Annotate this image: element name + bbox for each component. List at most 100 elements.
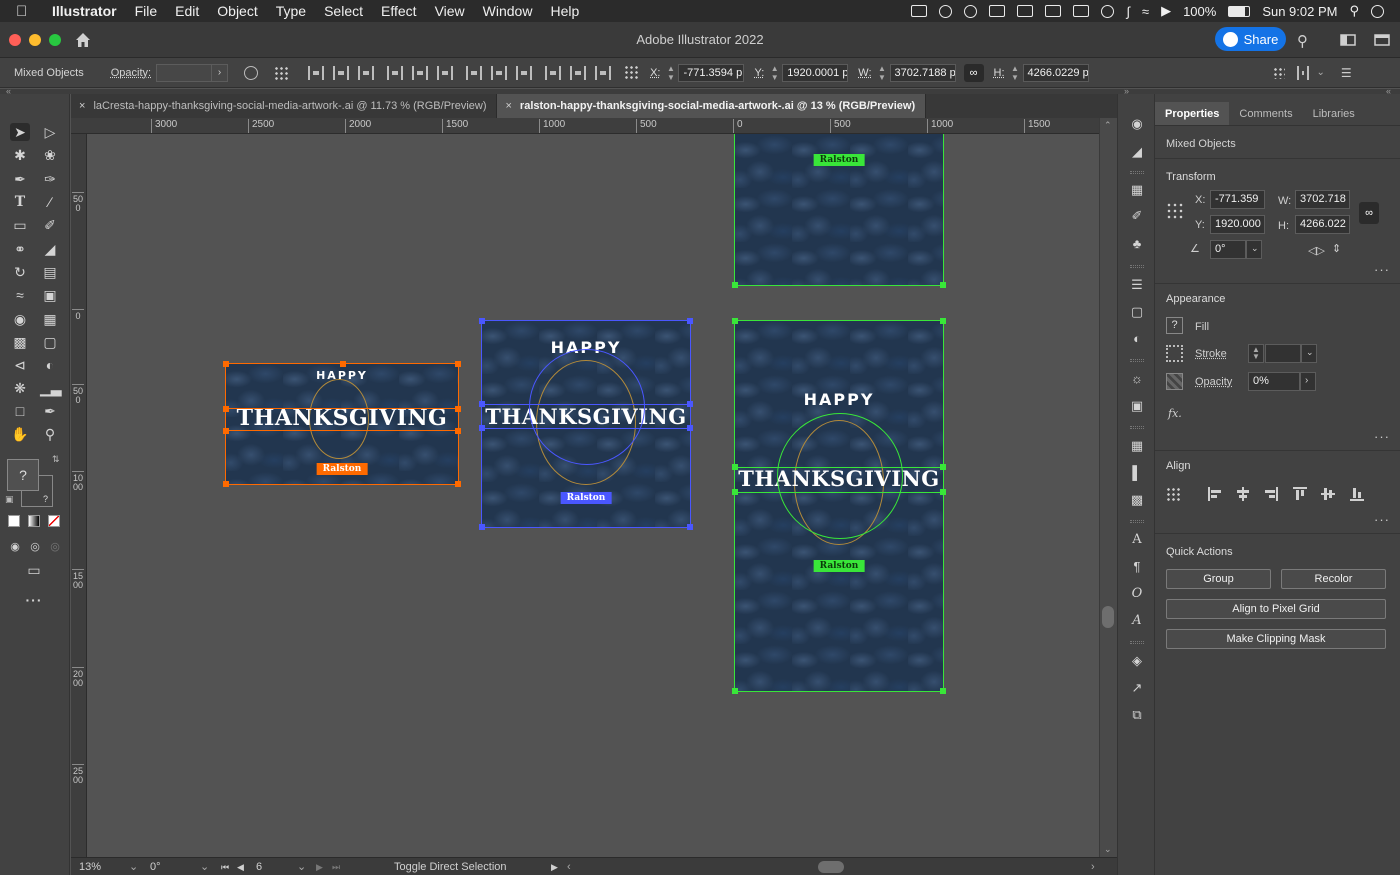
x-input[interactable]: -771.3594 p	[678, 63, 745, 82]
draw-behind-icon[interactable]: ◎	[25, 538, 45, 556]
paragraph-panel-icon[interactable]: ¶	[1128, 559, 1146, 575]
zoom-dropdown-icon[interactable]: ⌄	[129, 860, 138, 874]
align-left-icon[interactable]	[308, 65, 325, 80]
align-vertical-center-icon[interactable]	[412, 65, 429, 80]
workspace-switcher-icon[interactable]	[1374, 32, 1390, 48]
tab-lacresta[interactable]: × laCresta-happy-thanksgiving-social-med…	[71, 94, 498, 118]
rectangle-tool-icon[interactable]: ▭	[10, 216, 30, 234]
control-bar-menu-icon[interactable]: ⌄	[1317, 67, 1325, 78]
next-artboard-icon[interactable]: ▶	[316, 860, 323, 874]
fill-swatch[interactable]: ?	[7, 459, 39, 491]
curvature-tool-icon[interactable]: ✑	[40, 170, 60, 188]
rotation-value[interactable]: 0°	[150, 860, 190, 874]
opacity-field[interactable]: 0%	[1248, 372, 1300, 391]
fill-stroke-control[interactable]: ? ?	[7, 459, 59, 511]
tab-properties[interactable]: Properties	[1155, 102, 1230, 125]
stroke-label[interactable]: Stroke	[1195, 348, 1227, 360]
artboards-panel-icon[interactable]: ⧉	[1128, 707, 1146, 723]
width-field[interactable]: 3702.718	[1295, 190, 1350, 209]
stroke-weight-field[interactable]	[1265, 344, 1301, 363]
menu-edit[interactable]: Edit	[175, 3, 199, 19]
slice-tool-icon[interactable]: ✒	[40, 402, 60, 420]
menu-select[interactable]: Select	[324, 3, 363, 19]
clock[interactable]: Sun 9:02 PM	[1262, 4, 1337, 19]
distribute-left-icon[interactable]	[545, 65, 562, 80]
h-input[interactable]: 4266.0229 p	[1022, 63, 1089, 82]
search-icon[interactable]: ⚲	[1297, 32, 1313, 50]
close-tab-icon[interactable]: ×	[79, 100, 85, 112]
horizontal-ruler[interactable]: 3000 2500 2000 1500 1000 500 0 500 1000 …	[71, 118, 1117, 134]
w-stepper[interactable]: ▲ ▼	[877, 64, 888, 82]
draw-normal-icon[interactable]: ◉	[5, 538, 25, 556]
scroll-right-icon[interactable]: ›	[1091, 860, 1095, 874]
direct-selection-tool-icon[interactable]: ▷	[40, 123, 60, 141]
isolate-icon[interactable]	[1296, 65, 1309, 80]
creative-cloud-icon[interactable]	[939, 4, 953, 18]
w-input[interactable]: 3702.7188 p	[889, 63, 956, 82]
status-menu-icon[interactable]: ▶	[551, 860, 558, 874]
menu-view[interactable]: View	[435, 3, 465, 19]
stroke-weight-stepper[interactable]: ▲ ▼	[1248, 344, 1264, 363]
status-text[interactable]: Toggle Direct Selection	[394, 860, 507, 874]
column-graph-tool-icon[interactable]: ▁▃	[40, 379, 62, 397]
align-left-icon[interactable]	[1208, 487, 1222, 501]
export-panel-icon[interactable]: ↗	[1128, 680, 1146, 696]
align-horizontal-center-icon[interactable]	[1236, 487, 1250, 501]
bolt-icon[interactable]	[1073, 5, 1090, 17]
rotation-dropdown-icon[interactable]: ⌄	[200, 860, 209, 874]
perspective-grid-tool-icon[interactable]: ▦	[40, 310, 60, 328]
horizontal-scroll-thumb[interactable]	[818, 861, 844, 873]
spotlight-search-icon[interactable]: ⚲	[1349, 3, 1359, 19]
panel-grip[interactable]	[1130, 171, 1144, 174]
x-field[interactable]: -771.359	[1210, 190, 1265, 209]
hand-tool-icon[interactable]: ✋	[10, 425, 30, 443]
eyedropper-tool-icon[interactable]: ⊲	[10, 356, 30, 374]
graphic-styles-icon[interactable]: ▣	[1128, 398, 1146, 414]
edit-toolbar-icon[interactable]: ···	[24, 591, 44, 609]
y-input[interactable]: 1920.0001 p	[782, 63, 849, 82]
rotate-tool-icon[interactable]: ↻	[10, 263, 30, 281]
volume-icon[interactable]: ▶	[1161, 3, 1171, 19]
distribute-bottom-icon[interactable]	[516, 65, 533, 80]
color-guide-icon[interactable]: ◢	[1128, 144, 1146, 160]
recolor-button[interactable]: Recolor	[1281, 569, 1386, 589]
align-vertical-center-icon[interactable]	[1321, 487, 1335, 501]
vertical-scroll-thumb[interactable]	[1102, 606, 1114, 628]
rotate-angle-dropdown-icon[interactable]: ⌄	[1246, 240, 1262, 259]
artboard-landscape[interactable]: HAPPY THANKSGIVING Ralston	[225, 363, 459, 485]
first-artboard-icon[interactable]: ⏮	[221, 860, 229, 874]
swatches-icon[interactable]: ▦	[1128, 182, 1146, 198]
panel-grip[interactable]	[1130, 359, 1144, 362]
brushes-icon[interactable]: ✐	[1128, 208, 1146, 224]
battery-icon[interactable]	[1228, 5, 1251, 17]
symbol-sprayer-tool-icon[interactable]: ❋	[10, 379, 30, 397]
menu-file[interactable]: File	[135, 3, 158, 19]
opacity-label[interactable]: Opacity	[1195, 376, 1232, 388]
apple-menu-icon[interactable]: 	[16, 3, 42, 20]
scroll-up-icon[interactable]: ⌃	[1104, 120, 1112, 131]
swap-fill-stroke-icon[interactable]: ⇅	[52, 454, 60, 465]
opacity-dropdown-icon[interactable]: ›	[1300, 372, 1316, 391]
more-align-options-icon[interactable]: ···	[1374, 512, 1390, 527]
panel-menu-icon[interactable]: ☰	[1341, 66, 1352, 80]
sync-icon[interactable]	[1017, 5, 1034, 17]
panel-grip[interactable]	[1130, 520, 1144, 523]
reference-point-icon[interactable]	[624, 64, 641, 81]
mesh-tool-icon[interactable]: ▩	[10, 333, 30, 351]
menu-object[interactable]: Object	[217, 3, 257, 19]
transform-panel-icon[interactable]: ▦	[1128, 438, 1146, 454]
appearance-panel-icon[interactable]: ☼	[1128, 371, 1146, 387]
align-top-icon[interactable]	[1293, 487, 1307, 501]
constrain-proportions-icon[interactable]: ∞	[963, 63, 984, 82]
make-clipping-mask-button[interactable]: Make Clipping Mask	[1166, 629, 1386, 649]
wifi-icon[interactable]: ≈	[1142, 4, 1149, 19]
recolor-artwork-icon[interactable]	[244, 65, 259, 80]
line-tool-icon[interactable]: ∕	[40, 193, 60, 211]
distribute-top-icon[interactable]	[466, 65, 483, 80]
fill-swatch[interactable]: ?	[1166, 317, 1183, 334]
app-menu[interactable]: Illustrator	[52, 3, 117, 19]
zoom-level[interactable]: 13%	[79, 860, 125, 874]
layers-panel-icon[interactable]: ◈	[1128, 653, 1146, 669]
menu-type[interactable]: Type	[276, 3, 306, 19]
transparency-icon[interactable]: ◐	[1128, 331, 1146, 347]
